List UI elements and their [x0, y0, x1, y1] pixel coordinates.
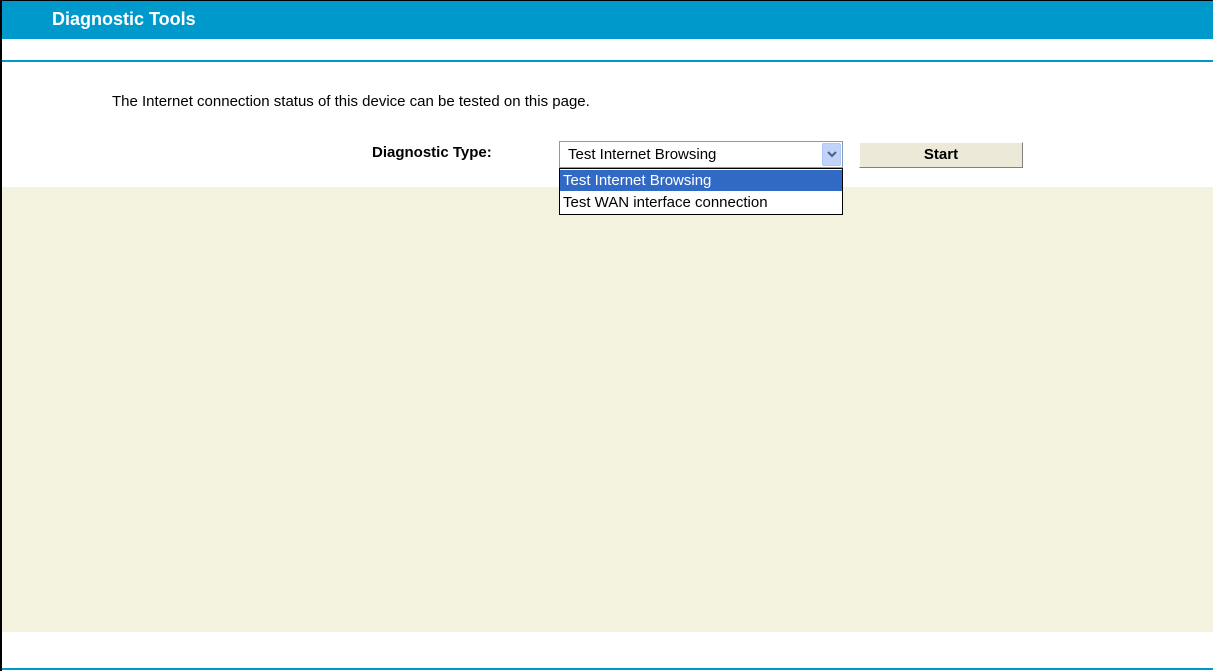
diagnostic-type-selected-value: Test Internet Browsing: [568, 146, 717, 163]
chevron-down-icon[interactable]: [822, 143, 841, 166]
diagnostic-type-select[interactable]: Test Internet Browsing: [559, 141, 843, 168]
diagnostic-type-dropdown-list: Test Internet Browsing Test WAN interfac…: [559, 168, 843, 215]
app-frame: Diagnostic Tools The Internet connection…: [0, 0, 1213, 671]
content-panel: [2, 187, 1213, 632]
title-bar: Diagnostic Tools: [2, 1, 1213, 39]
bottom-separator-line: [2, 668, 1213, 670]
dropdown-option-test-internet-browsing[interactable]: Test Internet Browsing: [560, 170, 842, 191]
dropdown-option-test-wan-interface[interactable]: Test WAN interface connection: [560, 192, 842, 213]
start-button[interactable]: Start: [859, 142, 1023, 168]
page-description: The Internet connection status of this d…: [112, 93, 590, 110]
page-title: Diagnostic Tools: [52, 9, 196, 29]
diagnostic-type-label: Diagnostic Type:: [372, 144, 492, 161]
separator-line: [2, 60, 1213, 62]
